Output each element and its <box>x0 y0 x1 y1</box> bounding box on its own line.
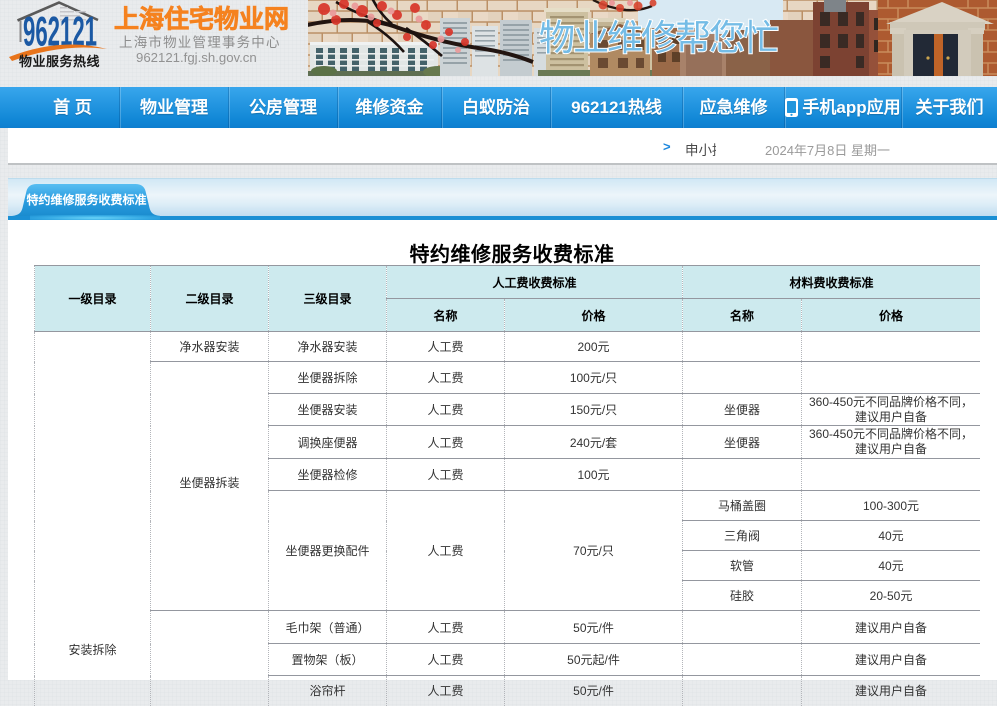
svg-text:特约维修服务收费标准: 特约维修服务收费标准 <box>26 192 146 207</box>
svg-text:物业维修帮您忙: 物业维修帮您忙 <box>539 17 778 58</box>
svg-text:物业服务热线: 物业服务热线 <box>19 54 100 69</box>
svg-text:962121.fgj.sh.gov.cn: 962121.fgj.sh.gov.cn <box>136 50 257 65</box>
svg-text:上海住宅物业网: 上海住宅物业网 <box>114 5 289 34</box>
svg-text:上海市物业管理事务中心: 上海市物业管理事务中心 <box>119 34 281 50</box>
